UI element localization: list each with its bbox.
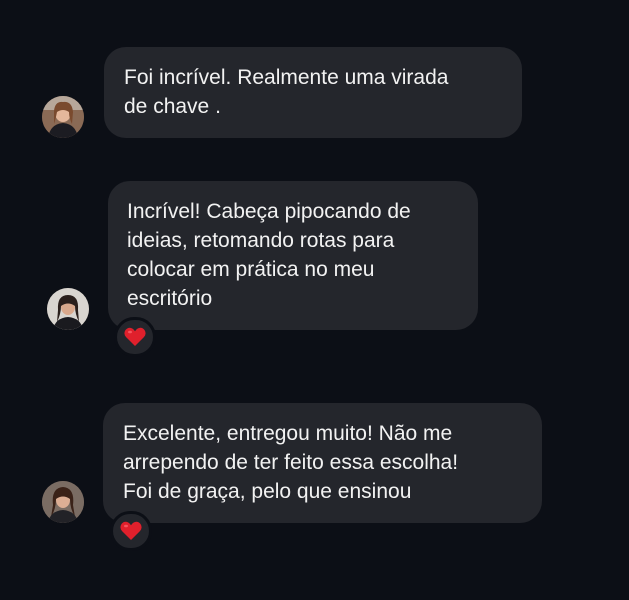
user-avatar-icon[interactable] (42, 481, 84, 523)
message-text-line: escritório (127, 287, 213, 310)
user-avatar-icon[interactable] (47, 288, 89, 330)
message-text-line: Incrível! Cabeça pipocando de (127, 200, 411, 223)
message-bubble[interactable]: Excelente, entregou muito! Não me arrepe… (103, 403, 542, 523)
chat-thread: Foi incrível. Realmente uma virada de ch… (0, 0, 629, 600)
heart-reaction[interactable] (110, 511, 152, 551)
message-text-line: Foi incrível. Realmente uma virada (124, 66, 449, 89)
message-bubble[interactable]: Incrível! Cabeça pipocando de ideias, re… (108, 181, 478, 330)
message-text-line: colocar em prática no meu (127, 258, 375, 281)
message-text-line: arrependo de ter feito essa escolha! (123, 451, 459, 474)
message-text-line: ideias, retomando rotas para (127, 229, 395, 252)
user-avatar-icon[interactable] (42, 96, 84, 138)
message-text-line: Excelente, entregou muito! Não me (123, 422, 453, 445)
message-text-line: Foi de graça, pelo que ensinou (123, 480, 412, 503)
message-text-line: de chave . (124, 95, 221, 118)
heart-reaction[interactable] (114, 317, 156, 357)
red-heart-icon (124, 327, 146, 346)
message-bubble[interactable]: Foi incrível. Realmente uma virada de ch… (104, 47, 522, 138)
red-heart-icon (120, 521, 142, 540)
